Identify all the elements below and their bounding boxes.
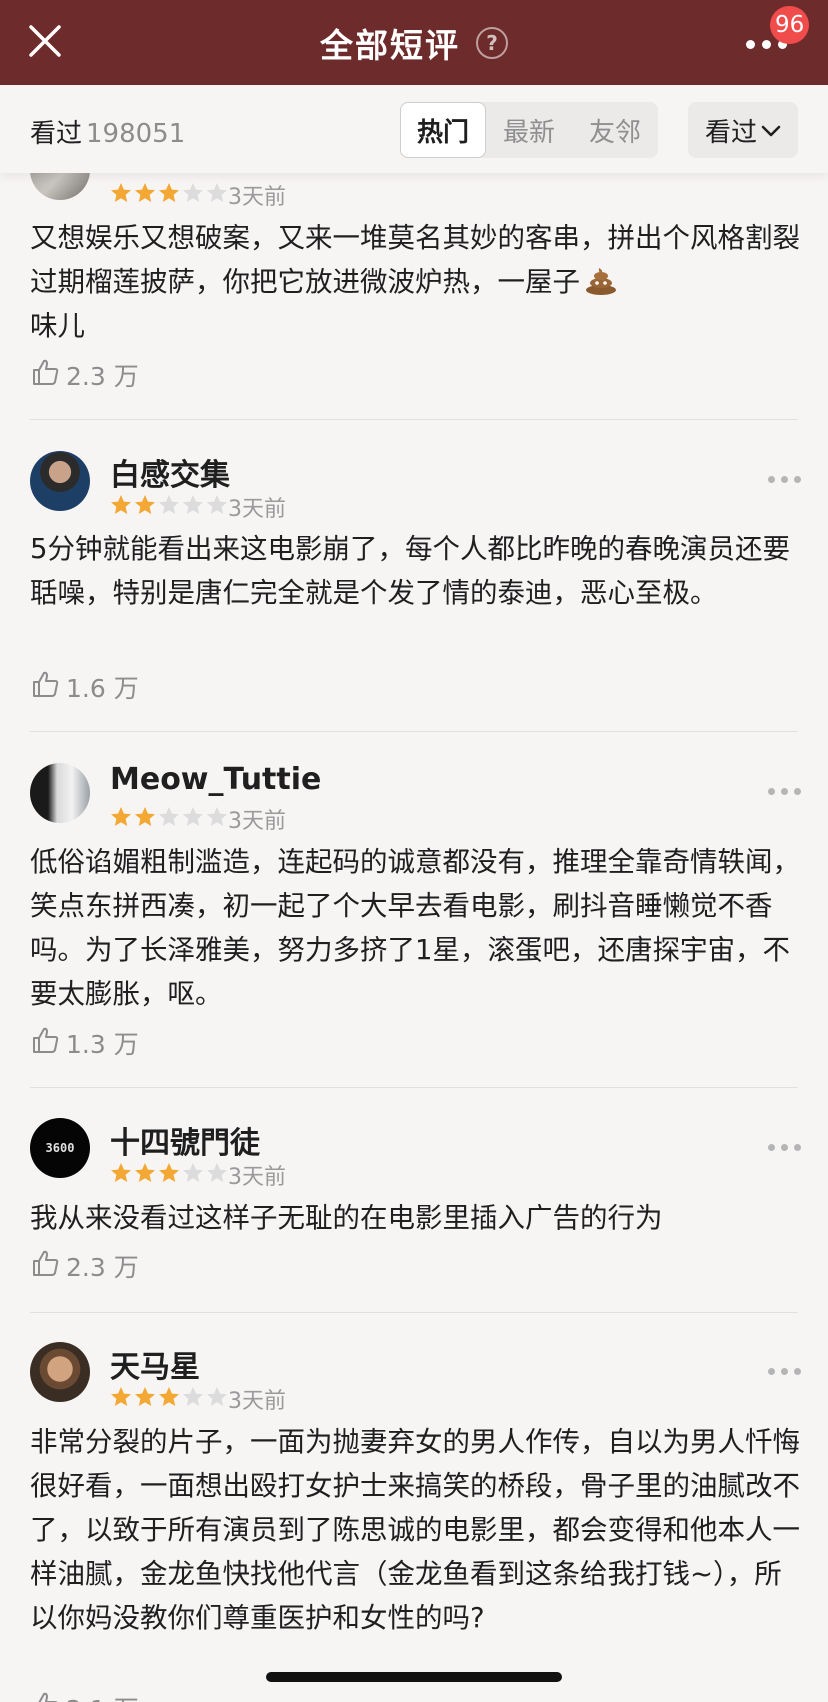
- star-icon: [206, 1162, 229, 1184]
- help-icon[interactable]: ?: [476, 26, 508, 59]
- thumbs-up-icon: [30, 357, 66, 393]
- username[interactable]: 天马星: [110, 1342, 200, 1386]
- comment-text: 非常分裂的片子，一面为抛妻弃女的男人作传，自以为男人忏悔很好看，一面想出殴打女护…: [30, 1426, 800, 1634]
- star-icon: [182, 1162, 205, 1184]
- notification-badge: 96: [770, 6, 810, 44]
- watched-number: 198051: [86, 119, 186, 149]
- thumbs-up-icon: [30, 669, 66, 705]
- like-count: 1.6 万: [66, 674, 139, 703]
- avatar[interactable]: [30, 763, 90, 823]
- watched-count: 看过 198051: [30, 113, 185, 150]
- status-dropdown[interactable]: 看过: [688, 102, 798, 158]
- like-button[interactable]: 2.1 万: [30, 1690, 139, 1702]
- star-icon: [134, 1386, 157, 1408]
- star-icon: [134, 494, 157, 516]
- rating-stars: [110, 1386, 230, 1410]
- tab-latest[interactable]: 最新: [486, 102, 572, 158]
- filter-bar: 看过 198051 热门 最新 友邻 看过: [0, 85, 828, 173]
- more-dots-icon[interactable]: [764, 782, 804, 802]
- star-icon: [110, 182, 133, 204]
- star-icon: [182, 494, 205, 516]
- star-icon: [182, 182, 205, 204]
- star-icon: [158, 182, 181, 204]
- tab-friends[interactable]: 友邻: [572, 102, 658, 158]
- comment-text-part: 味儿: [30, 310, 85, 342]
- divider: [30, 731, 798, 732]
- username[interactable]: 白感交集: [110, 450, 230, 494]
- rating-stars: [110, 806, 230, 830]
- star-icon: [110, 1162, 133, 1184]
- username[interactable]: Meow_Tuttie: [110, 762, 321, 797]
- status-dropdown-label: 看过: [704, 117, 757, 148]
- avatar[interactable]: [30, 451, 90, 511]
- star-icon: [158, 806, 181, 828]
- like-count: 1.3 万: [66, 1030, 139, 1059]
- username[interactable]: 十四號門徒: [110, 1118, 260, 1162]
- close-button[interactable]: [20, 16, 70, 66]
- divider: [30, 1087, 798, 1088]
- sort-tabs: 热门 最新 友邻: [400, 102, 658, 158]
- thumbs-up-icon: [30, 1690, 66, 1702]
- comment-text: 又想娱乐又想破案，又来一堆莫名其妙的客串，拼出个风格割裂过期榴莲披萨，你把它放进…: [30, 216, 800, 348]
- chevron-down-icon: [757, 115, 781, 145]
- like-count: 2.3 万: [66, 362, 139, 391]
- title-wrap: 全部短评 ?: [0, 0, 828, 85]
- avatar[interactable]: 3600: [30, 1118, 90, 1178]
- star-icon: [182, 1386, 205, 1408]
- comment-text: 我从来没看过这样子无耻的在电影里插入广告的行为: [30, 1202, 663, 1234]
- comment-list: 3天前 又想娱乐又想破案，又来一堆莫名其妙的客串，拼出个风格割裂过期榴莲披萨，你…: [0, 0, 828, 1702]
- avatar[interactable]: [30, 1342, 90, 1402]
- title-bar: 全部短评 ? 96: [0, 0, 828, 85]
- star-icon: [182, 806, 205, 828]
- comment-time: 3天前: [228, 1165, 286, 1190]
- page-title: 全部短评: [320, 25, 460, 65]
- star-icon: [158, 1386, 181, 1408]
- thumbs-up-icon: [30, 1025, 66, 1061]
- comment-text: 低俗谄媚粗制滥造，连起码的诚意都没有，推理全靠奇情轶闻，笑点东拼西凑，初一起了个…: [30, 846, 800, 1010]
- rating-stars: [110, 494, 230, 518]
- more-dots-icon[interactable]: [764, 1362, 804, 1382]
- comment-text: 5分钟就能看出来这电影崩了，每个人都比昨晚的春晚演员还要聒噪，特别是唐仁完全就是…: [30, 533, 790, 609]
- like-button[interactable]: 1.3 万: [30, 1025, 139, 1061]
- star-icon: [206, 494, 229, 516]
- more-dots-icon[interactable]: [764, 1138, 804, 1158]
- star-icon: [206, 1386, 229, 1408]
- rating-stars: [110, 182, 230, 206]
- thumbs-up-icon: [30, 1248, 66, 1284]
- star-icon: [206, 182, 229, 204]
- star-icon: [206, 806, 229, 828]
- watched-label: 看过: [30, 119, 83, 149]
- star-icon: [134, 182, 157, 204]
- star-icon: [134, 1162, 157, 1184]
- like-button[interactable]: 2.3 万: [30, 1248, 139, 1284]
- like-button[interactable]: 1.6 万: [30, 669, 139, 705]
- comment-text-part: 又想娱乐又想破案，又来一堆莫名其妙的客串，拼出个风格割裂过期榴莲披萨，你把它放进…: [30, 222, 800, 298]
- like-count: 2.1 万: [66, 1690, 139, 1702]
- tab-hot[interactable]: 热门: [400, 102, 486, 158]
- star-icon: [110, 1386, 133, 1408]
- avatar-text: 3600: [45, 1141, 75, 1155]
- poop-emoji-icon: [584, 264, 618, 295]
- divider: [30, 419, 798, 420]
- more-dots-icon[interactable]: [764, 470, 804, 490]
- comment-time: 3天前: [228, 1389, 286, 1414]
- comment-time: 3天前: [228, 497, 286, 522]
- star-icon: [158, 494, 181, 516]
- like-button[interactable]: 2.3 万: [30, 357, 139, 393]
- star-icon: [158, 1162, 181, 1184]
- home-indicator[interactable]: [266, 1672, 562, 1682]
- divider: [30, 1312, 798, 1313]
- comment-time: 3天前: [228, 185, 286, 210]
- star-icon: [110, 806, 133, 828]
- like-count: 2.3 万: [66, 1253, 139, 1282]
- star-icon: [110, 494, 133, 516]
- comment-time: 3天前: [228, 809, 286, 834]
- star-icon: [134, 806, 157, 828]
- rating-stars: [110, 1162, 230, 1186]
